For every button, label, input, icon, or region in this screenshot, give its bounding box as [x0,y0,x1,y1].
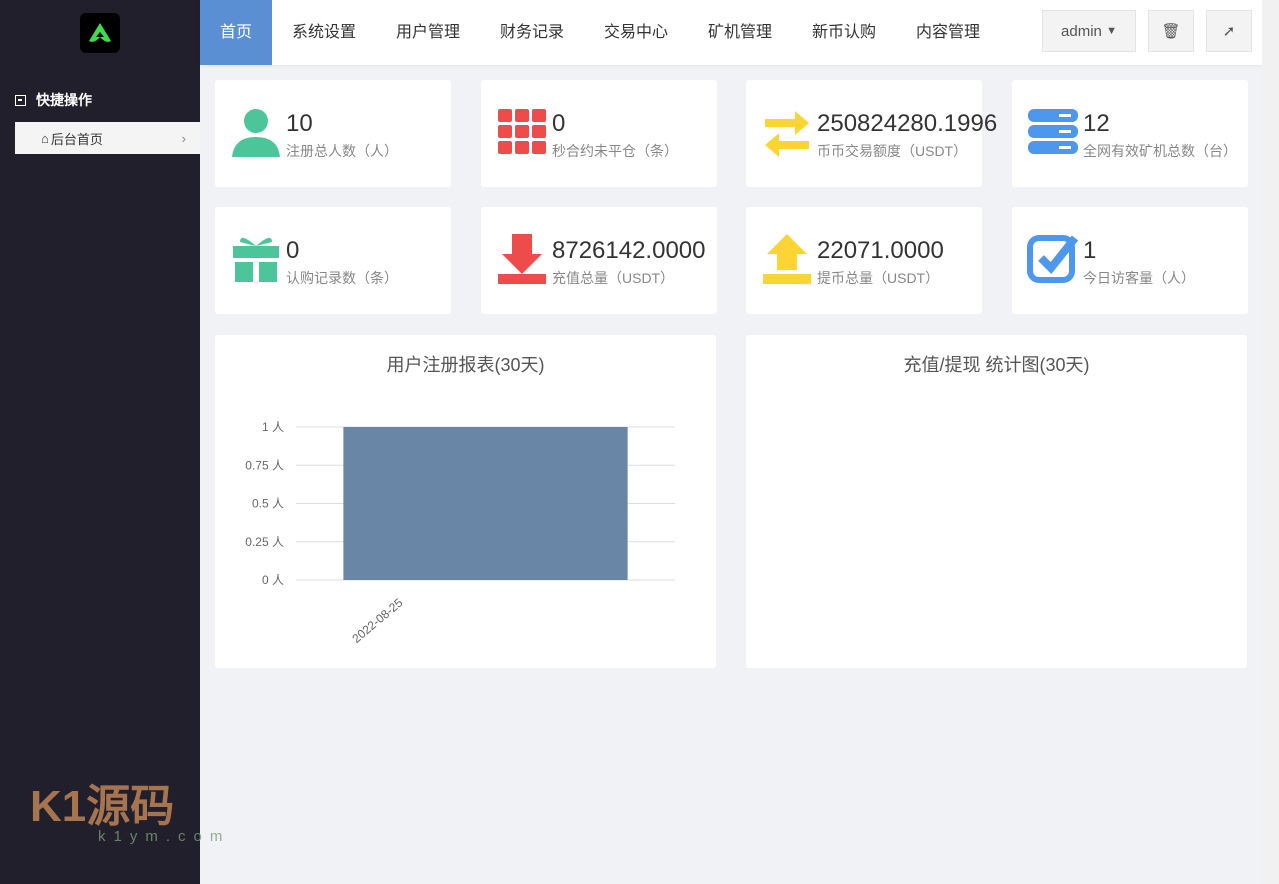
stat-label: 全网有效矿机总数（台） [1083,143,1237,159]
quick-actions-label: 快捷操作 [36,92,92,108]
watermark: K1源码 k1ym.com [30,770,230,845]
stat-label: 币币交易额度（USDT） [817,143,968,159]
user-icon [232,109,280,157]
stat-card: 1 今日访客量（人） [1012,207,1248,314]
tab-6[interactable]: 新币认购 [792,0,896,65]
stat-value: 0 [552,110,566,137]
tab-3[interactable]: 财务记录 [480,0,584,65]
sidebar: 快捷操作 ⌂ 后台首页 › K1源码 k1ym.com [0,0,222,884]
y-tick-label: 0.5 人 [252,497,284,511]
tab-2[interactable]: 用户管理 [376,0,480,65]
tab-1[interactable]: 系统设置 [272,0,376,65]
collapse-icon [15,94,26,106]
stat-label: 提币总量（USDT） [817,270,940,286]
y-tick-label: 1 人 [262,420,284,434]
logo[interactable] [80,13,120,53]
chart-title: 用户注册报表(30天) [386,355,545,375]
stat-label: 注册总人数（人） [286,143,398,159]
grid-icon [498,109,546,154]
logout-button[interactable]: ➚ [1206,10,1252,52]
stat-card: 8726142.0000 充值总量（USDT） [481,207,717,314]
stat-value: 12 [1083,110,1110,137]
user-menu-button[interactable]: admin ▼ [1042,10,1136,52]
y-tick-label: 0.25 人 [245,535,284,549]
quick-actions-header[interactable]: 快捷操作 [15,90,92,110]
y-tick-label: 0 人 [262,573,284,587]
sidebar-item-dashboard[interactable]: ⌂ 后台首页 › [15,122,200,154]
stat-label: 认购记录数（条） [286,270,398,286]
sidebar-item-label: 后台首页 [50,131,103,147]
stat-value: 10 [286,110,313,137]
tab-4[interactable]: 交易中心 [584,0,688,65]
stat-card: 0 秒合约未平仓（条） [481,80,717,187]
bar [343,427,628,580]
deposit-withdraw-chart-card: 充值/提现 统计图(30天) [746,335,1247,668]
stat-card: 250824280.1996 币币交易额度（USDT） [746,80,997,187]
y-tick-label: 0.75 人 [245,458,284,472]
clear-cache-button[interactable]: 🗑 [1148,10,1194,52]
stat-label: 充值总量（USDT） [552,270,675,286]
stat-label: 今日访客量（人） [1083,270,1195,286]
stat-card: 10 注册总人数（人） [215,80,451,187]
server-icon [1028,109,1078,154]
tab-5[interactable]: 矿机管理 [688,0,792,65]
x-tick-label: 2022-08-25 [349,595,405,645]
exchange-icon [765,111,809,157]
stat-value: 250824280.1996 [817,110,998,137]
watermark-url: k1ym.com [98,828,231,845]
upload-icon [763,234,811,284]
stat-card: 22071.0000 提币总量（USDT） [746,207,982,314]
stat-value: 1 [1083,237,1097,264]
gift-icon [233,237,279,282]
chart-title: 充值/提现 统计图(30天) [903,355,1090,375]
stat-value: 8726142.0000 [552,237,706,264]
stat-label: 秒合约未平仓（条） [552,143,678,159]
caret-down-icon: ▼ [1106,25,1117,37]
watermark-brand: K1源码 [30,782,175,831]
stat-card: 12 全网有效矿机总数（台） [1012,80,1248,187]
username: admin [1061,22,1102,40]
tab-7[interactable]: 内容管理 [896,0,1000,65]
stat-value: 0 [286,237,300,264]
home-icon: ⌂ [41,130,49,146]
check-icon [1027,235,1079,283]
trash-icon: 🗑 [1161,23,1181,40]
bar-chart: 0 人 0.25 人 0.5 人 0.75 人 1 人 2022-08-25 [245,420,675,646]
share-out-icon: ➚ [1222,23,1236,40]
chevron-right-icon: › [181,130,186,146]
stat-value: 22071.0000 [817,237,944,264]
download-icon [498,234,546,284]
scrollbar[interactable] [1262,0,1279,884]
stat-card: 0 认购记录数（条） [215,207,451,314]
registration-chart-card: 0 人 0.25 人 0.5 人 0.75 人 1 人 2022-08-25 用户注册报表… [215,335,716,668]
tab-0[interactable]: 首页 [200,0,273,65]
